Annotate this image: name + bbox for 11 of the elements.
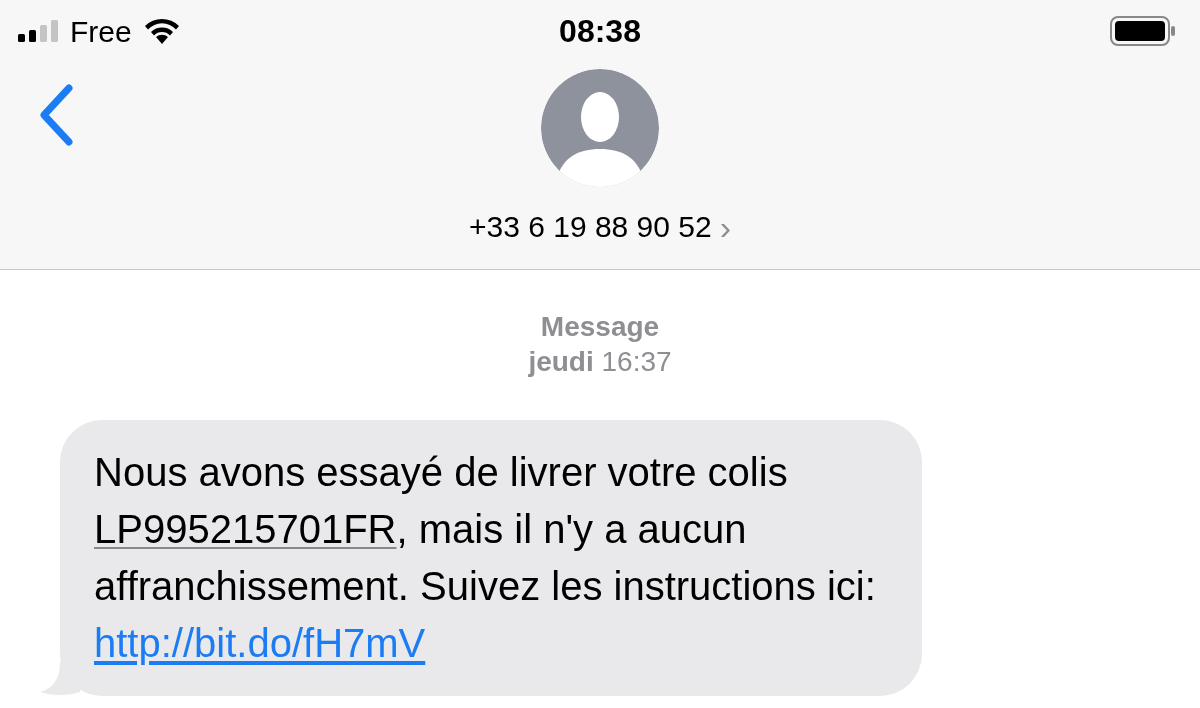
- message-text: Nous avons essayé de livrer votre colis LP995215701FR, mais il n'y a aucun affranchissement. Suivez les instructions ici: http://bit.do/fH7mV: [94, 449, 877, 667]
- contact-avatar[interactable]: [541, 69, 659, 187]
- message-timestamp: jeudi 16:37: [528, 345, 672, 379]
- carrier-name: Free: [70, 13, 132, 50]
- service-label: Message: [540, 310, 660, 344]
- contact-number[interactable]: +33 6 19 88 90 52: [468, 204, 712, 249]
- tracking-number-link[interactable]: LP995215701FR: [94, 507, 397, 551]
- battery-icon: [1110, 16, 1176, 46]
- clock-time: 08:38: [559, 12, 641, 51]
- wifi-icon: [143, 18, 180, 44]
- back-chevron-icon[interactable]: [38, 84, 74, 146]
